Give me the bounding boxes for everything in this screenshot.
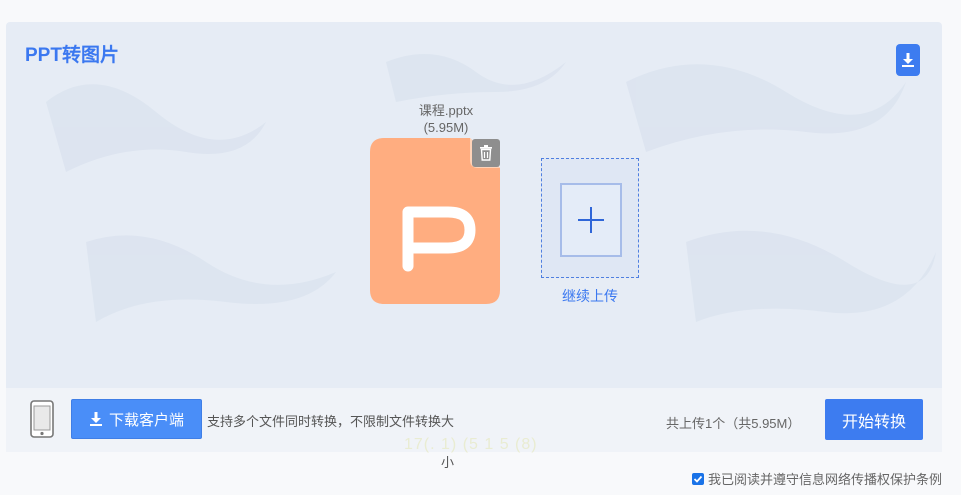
file-info: 课程.pptx (5.95M) xyxy=(356,102,536,136)
upload-more-inner[interactable] xyxy=(560,183,622,257)
upload-count: 共上传1个（共5.95M） xyxy=(666,416,801,431)
download-icon xyxy=(902,53,914,67)
ghost-text: 17(. 1) (5 1 5 (8) xyxy=(404,436,538,453)
file-name: 课程.pptx xyxy=(418,103,474,118)
download-client-button[interactable]: 下载客户端 xyxy=(71,399,202,439)
agreement-text[interactable]: 我已阅读并遵守信息网络传播权保护条例 xyxy=(708,469,942,488)
trash-icon xyxy=(480,145,492,161)
agreement[interactable]: 我已阅读并遵守信息网络传播权保护条例 xyxy=(692,469,942,488)
download-button-top[interactable] xyxy=(896,44,920,76)
upload-more-box[interactable] xyxy=(541,158,639,278)
agreement-checkbox[interactable] xyxy=(692,472,704,485)
upload-more-label[interactable]: 继续上传 xyxy=(541,286,639,306)
conversion-panel: PPT转图片 课程.pptx (5.95M) 继续上传 xyxy=(6,22,942,388)
support-text-continued: 小 xyxy=(441,455,455,470)
page-title: PPT转图片 xyxy=(25,45,119,66)
download-icon xyxy=(89,412,102,426)
download-client-label: 下载客户端 xyxy=(108,411,184,429)
delete-file-button[interactable] xyxy=(472,139,500,167)
mobile-phone-icon[interactable] xyxy=(30,400,54,438)
file-size: (5.95M) xyxy=(423,120,469,135)
support-text: 支持多个文件同时转换，不限制文件转换大 xyxy=(207,414,455,429)
plus-icon xyxy=(578,207,604,233)
checkmark-icon xyxy=(693,475,703,483)
start-convert-button[interactable]: 开始转换 xyxy=(825,399,923,440)
